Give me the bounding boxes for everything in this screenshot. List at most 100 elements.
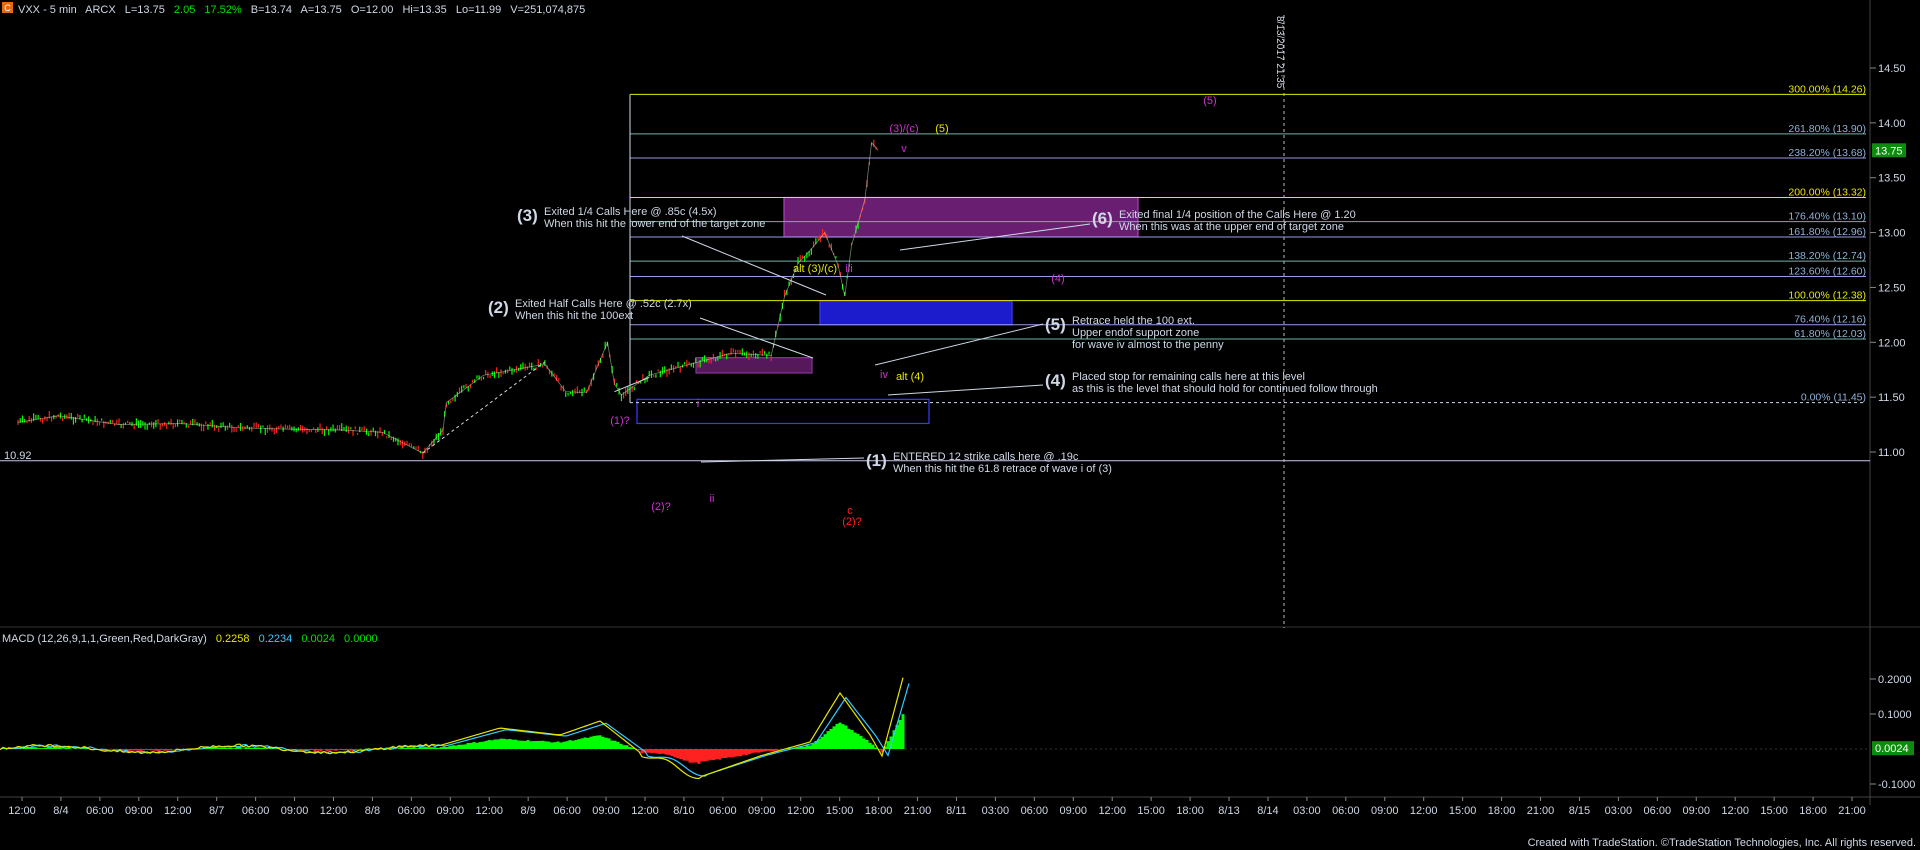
wave-label: (3)/(c) <box>889 123 918 135</box>
wave-label: alt (3)/(c) <box>793 263 837 275</box>
bid: B=13.74 <box>251 4 292 16</box>
macd-tick-label: 0.1000 <box>1878 709 1912 721</box>
annotation-line: Exited 1/4 Calls Here @ .85c (4.5x) <box>544 206 717 218</box>
time-tick-label: 21:00 <box>904 805 932 817</box>
support-level-label: 10.92 <box>4 450 32 462</box>
time-tick-label: 03:00 <box>1293 805 1321 817</box>
time-tick-label: 06:00 <box>709 805 737 817</box>
high: Hi=13.35 <box>402 4 446 16</box>
symbol: VXX - 5 min <box>18 4 77 16</box>
annotation-line: When this was at the upper end of target… <box>1119 221 1344 233</box>
time-tick-label: 12:00 <box>787 805 815 817</box>
time-tick-label: 21:00 <box>1527 805 1555 817</box>
price-tick-label: 11.50 <box>1878 392 1905 404</box>
price-tick-label: 11.00 <box>1878 447 1905 459</box>
wave-label: (4) <box>1051 273 1064 285</box>
time-tick-label: 15:00 <box>1137 805 1165 817</box>
time-tick-label: 09:00 <box>125 805 153 817</box>
wave-label: iii <box>845 263 852 275</box>
wave-label: (5) <box>935 123 948 135</box>
fib-level-label: 238.20% (13.68) <box>1788 147 1866 159</box>
time-tick-label: 18:00 <box>1799 805 1827 817</box>
price-tick-label: 12.00 <box>1878 337 1906 349</box>
time-tick-label: 8/9 <box>521 805 536 817</box>
time-tick-label: 18:00 <box>1488 805 1516 817</box>
dashed-trendline <box>422 361 546 454</box>
fib-level-label: 161.80% (12.96) <box>1788 226 1866 238</box>
fib-level-label: 138.20% (12.74) <box>1788 250 1866 262</box>
macd-diff: 0.0024 <box>301 633 335 645</box>
fib-level-label: 100.00% (12.38) <box>1788 290 1866 302</box>
net-change: 2.05 <box>174 4 195 16</box>
last-price: L=13.75 <box>125 4 165 16</box>
wave-label: iv <box>880 369 888 381</box>
fib-level-label: 61.80% (12.03) <box>1794 328 1866 340</box>
volume: V=251,074,875 <box>510 4 585 16</box>
wave-label: (2)? <box>651 501 671 513</box>
annotation-line: Upper endof support zone <box>1072 327 1199 339</box>
macd-series <box>0 677 910 780</box>
time-tick-label: 06:00 <box>1644 805 1672 817</box>
time-tick-label: 09:00 <box>748 805 776 817</box>
macd-value: 0.2258 <box>216 633 250 645</box>
time-tick-label: 12:00 <box>320 805 348 817</box>
time-tick-label: 09:00 <box>1371 805 1399 817</box>
price-chart[interactable]: C VXX - 5 min ARCX L=13.75 2.05 17.52% B… <box>0 0 1920 850</box>
macd-zero: 0.0000 <box>344 633 378 645</box>
macd-tick-label: -0.1000 <box>1878 779 1915 791</box>
callout-line <box>699 317 814 359</box>
time-tick-label: 15:00 <box>1449 805 1477 817</box>
wave-label: (1)? <box>610 415 630 427</box>
time-tick-label: 18:00 <box>865 805 893 817</box>
ask: A=13.75 <box>301 4 342 16</box>
time-tick-label: 03:00 <box>982 805 1010 817</box>
fib-level-label: 261.80% (13.90) <box>1788 123 1866 135</box>
annotation-line: When this hit the lower end of the targe… <box>544 218 765 230</box>
annotation-number: (4) <box>1045 371 1066 390</box>
time-axis: 12:00 8/4 06:00 09:00 12:00 8/7 06:00 09:00 12:0… <box>8 797 1866 817</box>
price-path <box>17 141 879 454</box>
annotation-number: (3) <box>517 206 538 225</box>
time-tick-label: 15:00 <box>1760 805 1788 817</box>
price-tick-label: 14.00 <box>1878 118 1906 130</box>
time-tick-label: 12:00 <box>164 805 192 817</box>
price-axis: 14.50 14.00 13.50 13.00 12.50 12.00 11.50 11.00… <box>0 63 1906 462</box>
callout-lines <box>681 223 1091 463</box>
price-tick-label: 13.50 <box>1878 173 1906 185</box>
price-tick-label: 12.50 <box>1878 282 1906 294</box>
time-tick-label: 21:00 <box>1838 805 1866 817</box>
annotation-line: When this hit the 100ext <box>515 310 633 322</box>
time-tick-label: 09:00 <box>1060 805 1088 817</box>
annotation-line: Placed stop for remaining calls here at … <box>1072 371 1305 383</box>
time-tick-label: 09:00 <box>281 805 309 817</box>
time-tick-label: 12:00 <box>1098 805 1126 817</box>
fib-level-label: 176.40% (13.10) <box>1788 211 1866 223</box>
exchange: ARCX <box>85 4 116 16</box>
time-tick-label: 8/14 <box>1257 805 1278 817</box>
macd-avg: 0.2234 <box>259 633 293 645</box>
annotation-line: Retrace held the 100 ext. <box>1072 315 1195 327</box>
time-tick-label: 8/4 <box>53 805 68 817</box>
macd-signal-line <box>5 683 910 777</box>
wave-label: (5) <box>1203 95 1216 107</box>
annotation-number: (2) <box>488 298 509 317</box>
callout-line <box>887 384 1044 396</box>
annotation-line: Exited Half Calls Here @ .52c (2.7x) <box>515 298 692 310</box>
annotation-number: (6) <box>1092 209 1113 228</box>
price-tick-label: 13.00 <box>1878 228 1906 240</box>
macd-tick-label: 0.2000 <box>1878 674 1912 686</box>
time-tick-label: 12:00 <box>475 805 503 817</box>
time-tick-label: 06:00 <box>86 805 114 817</box>
time-tick-label: 03:00 <box>1605 805 1633 817</box>
time-tick-label: 06:00 <box>553 805 581 817</box>
support-zone <box>819 299 1013 326</box>
time-tick-label: 06:00 <box>1021 805 1049 817</box>
wave-label: ii <box>710 493 715 505</box>
macd-header: MACD (12,26,9,1,1,Green,Red,DarkGray) 0.… <box>2 633 378 645</box>
annotation-line: for wave iv almost to the penny <box>1072 339 1224 351</box>
low: Lo=11.99 <box>456 4 501 16</box>
fib-level-label: 300.00% (14.26) <box>1788 83 1866 95</box>
callout-line <box>874 323 1044 366</box>
pct-change: 17.52% <box>204 4 242 16</box>
time-tick-label: 09:00 <box>592 805 620 817</box>
